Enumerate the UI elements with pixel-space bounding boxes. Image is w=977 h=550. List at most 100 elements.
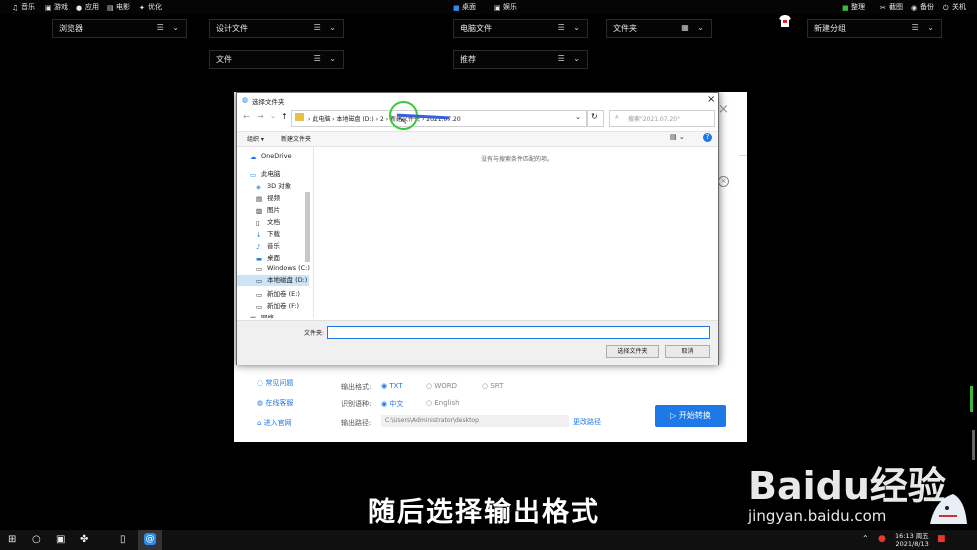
up-arrow-icon[interactable]: ↑ [281, 112, 288, 121]
group-menu-icon[interactable]: ☰ ⌄ [558, 23, 583, 32]
desktop-top-bar: ♫ 音乐 ▣ 游戏 ● 应用 ▤ 电影 ✦ 优化 ■ 桌面 ▣ 娱乐 ■ 整理 ✂ 截图 ◉ 备份 … [0, 0, 977, 14]
lang-chinese-radio[interactable]: ◉ 中文 [381, 399, 403, 409]
history-chevron-icon[interactable]: ⌄ [270, 112, 276, 120]
output-format-label: 输出格式: [341, 383, 372, 391]
app-close-icon[interactable]: × [718, 102, 729, 117]
nav-this-pc[interactable]: ▭ 此电脑 [250, 168, 281, 179]
dialog-app-icon: ◍ [242, 96, 249, 104]
start-convert-button[interactable]: ▷ 开始转换 [655, 405, 726, 427]
nav-drive-e[interactable]: ▭ 新加卷 (E:) [256, 288, 300, 299]
nav-drive-f[interactable]: ▭ 新加卷 (F:) [256, 300, 299, 311]
start-windows-icon[interactable]: ⊞ [8, 534, 16, 545]
file-list[interactable]: 没有与搜索条件匹配的项。 [313, 147, 717, 318]
folder-input[interactable] [327, 326, 710, 339]
format-srt-radio[interactable]: ○ SRT [482, 382, 503, 390]
side-scroll[interactable] [972, 430, 975, 460]
music-icon: ♫ [12, 4, 19, 12]
file-icon[interactable]: ▯ [120, 534, 126, 545]
help-icon[interactable]: ? [703, 133, 712, 142]
remove-icon[interactable]: × [718, 176, 729, 187]
nav-onedrive[interactable]: ☁ OneDrive [250, 152, 292, 161]
topbar-games[interactable]: ▣ 游戏 [45, 2, 68, 12]
nav-music[interactable]: ♪ 音乐 [256, 240, 280, 251]
group-menu-icon[interactable]: ☰ ⌄ [314, 54, 339, 63]
nav-desktop[interactable]: ▬ 桌面 [256, 252, 280, 263]
topbar-optimize[interactable]: ✦ 优化 [139, 2, 162, 12]
dialog-title: 选择文件夹 [252, 98, 285, 106]
crumb-2[interactable]: 2 [380, 116, 384, 123]
clock[interactable]: 16:13 周五 2021/8/13 [895, 532, 929, 548]
active-app-tab[interactable]: @ [138, 530, 162, 550]
back-arrow-icon[interactable]: ← [243, 112, 250, 121]
topbar-organize[interactable]: ■ 整理 [842, 2, 865, 12]
organize-menu[interactable]: 组织 ▾ [247, 134, 264, 143]
topbar-movies[interactable]: ▤ 电影 [107, 2, 130, 12]
nav-scrollbar[interactable] [305, 192, 310, 262]
topbar-shutdown[interactable]: ⏻ 关机 [943, 2, 966, 12]
movie-icon: ▤ [107, 4, 114, 12]
dialog-toolbar: 组织 ▾ 新建文件夹 ▤ ⌄ ? [237, 131, 718, 147]
lang-english-radio[interactable]: ○ English [426, 399, 460, 407]
notification-icon[interactable]: ■ [937, 534, 946, 544]
nav-drive-c[interactable]: ▭ Windows (C:) [256, 264, 310, 273]
nav-network[interactable]: ▦网络 [250, 312, 274, 318]
tray-expand-icon[interactable]: ⌃ [862, 534, 869, 543]
topbar-entertainment[interactable]: ▣ 娱乐 [494, 2, 517, 12]
topbar-music[interactable]: ♫ 音乐 [12, 2, 35, 12]
desktop-icon: ▬ [256, 255, 263, 263]
group-menu-icon[interactable]: ☰ ⌄ [912, 23, 937, 32]
nav-drive-d[interactable]: ▭ 本地磁盘 (D:) [237, 275, 309, 286]
output-path-field[interactable]: C:\Users\Administrator\desktop [381, 415, 569, 427]
format-word-radio[interactable]: ○ WORD [426, 382, 457, 390]
tshirt-icon[interactable] [778, 14, 792, 28]
nav-videos[interactable]: ▤ 视频 [256, 192, 280, 203]
group-menu-icon[interactable]: ☰ ⌄ [157, 23, 182, 32]
group-menu-icon[interactable]: ☰ ⌄ [314, 23, 339, 32]
computer-icon: ▭ [250, 171, 257, 179]
pinwheel-icon[interactable]: ✤ [80, 534, 88, 545]
topbar-backup[interactable]: ◉ 备份 [911, 2, 934, 12]
link-support[interactable]: ◍ 在线客服 [257, 398, 293, 408]
app-icon: ● [76, 4, 83, 12]
desktop-group-design[interactable]: 设计文件 ☰ ⌄ [209, 19, 344, 38]
cancel-button[interactable]: 取消 [665, 345, 710, 358]
output-path-label: 输出路径: [341, 419, 372, 427]
address-dropdown-icon[interactable]: ⌄ [575, 113, 581, 121]
document-icon: ▯ [256, 219, 260, 227]
search-box[interactable]: ⌕ 搜索"2021.07.20" [609, 110, 715, 127]
link-website[interactable]: ⌂ 进入官网 [257, 418, 292, 428]
nav-downloads[interactable]: ↓ 下载 [256, 228, 280, 239]
nav-pictures[interactable]: ▨ 图片 [256, 204, 280, 215]
forward-arrow-icon[interactable]: → [257, 112, 264, 121]
group-menu-icon[interactable]: ☰ ⌄ [558, 54, 583, 63]
topbar-desktop[interactable]: ■ 桌面 [453, 2, 476, 12]
group-grid-icon[interactable]: ▦ ⌄ [681, 23, 707, 32]
select-folder-button[interactable]: 选择文件夹 [606, 345, 659, 358]
format-txt-radio[interactable]: ◉ TXT [381, 382, 403, 390]
refresh-button[interactable]: ↻ [587, 110, 604, 127]
nav-documents[interactable]: ▯ 文档 [256, 216, 280, 227]
desktop-group-pc-files[interactable]: 电脑文件 ☰ ⌄ [453, 19, 588, 38]
nav-3d-objects[interactable]: ◈ 3D 对象 [256, 180, 291, 191]
view-options-icon[interactable]: ▤ ⌄ [670, 133, 685, 141]
watermark-brand: Baidu经验 [748, 464, 946, 508]
desktop-group-new[interactable]: 新建分组 ☰ ⌄ [807, 19, 942, 38]
crumb-this-pc[interactable]: 此电脑 [312, 116, 330, 123]
desktop-group-browser[interactable]: 浏览器 ☰ ⌄ [52, 19, 187, 38]
tray-app-icon[interactable]: ● [878, 534, 886, 544]
topbar-screenshot[interactable]: ✂ 截图 [880, 2, 903, 12]
windows-icon: ■ [453, 4, 460, 12]
video-icon: ▤ [256, 195, 263, 203]
search-circle-icon[interactable]: ○ [32, 534, 41, 545]
topbar-apps[interactable]: ● 应用 [76, 2, 99, 12]
new-folder-button[interactable]: 新建文件夹 [281, 134, 311, 143]
link-faq[interactable]: ◌ 常见问题 [257, 378, 293, 388]
desktop-group-files[interactable]: 文件 ☰ ⌄ [209, 50, 344, 69]
desktop-group-recommend[interactable]: 推荐 ☰ ⌄ [453, 50, 588, 69]
desktop-group-folder[interactable]: 文件夹 ▦ ⌄ [606, 19, 712, 38]
task-view-icon[interactable]: ▣ [56, 534, 65, 545]
dialog-close-icon[interactable]: × [707, 94, 715, 105]
language-label: 识别语种: [341, 400, 372, 408]
crumb-drive-d[interactable]: 本地磁盘 (D:) [337, 116, 374, 123]
change-path-link[interactable]: 更改路径 [573, 417, 601, 427]
